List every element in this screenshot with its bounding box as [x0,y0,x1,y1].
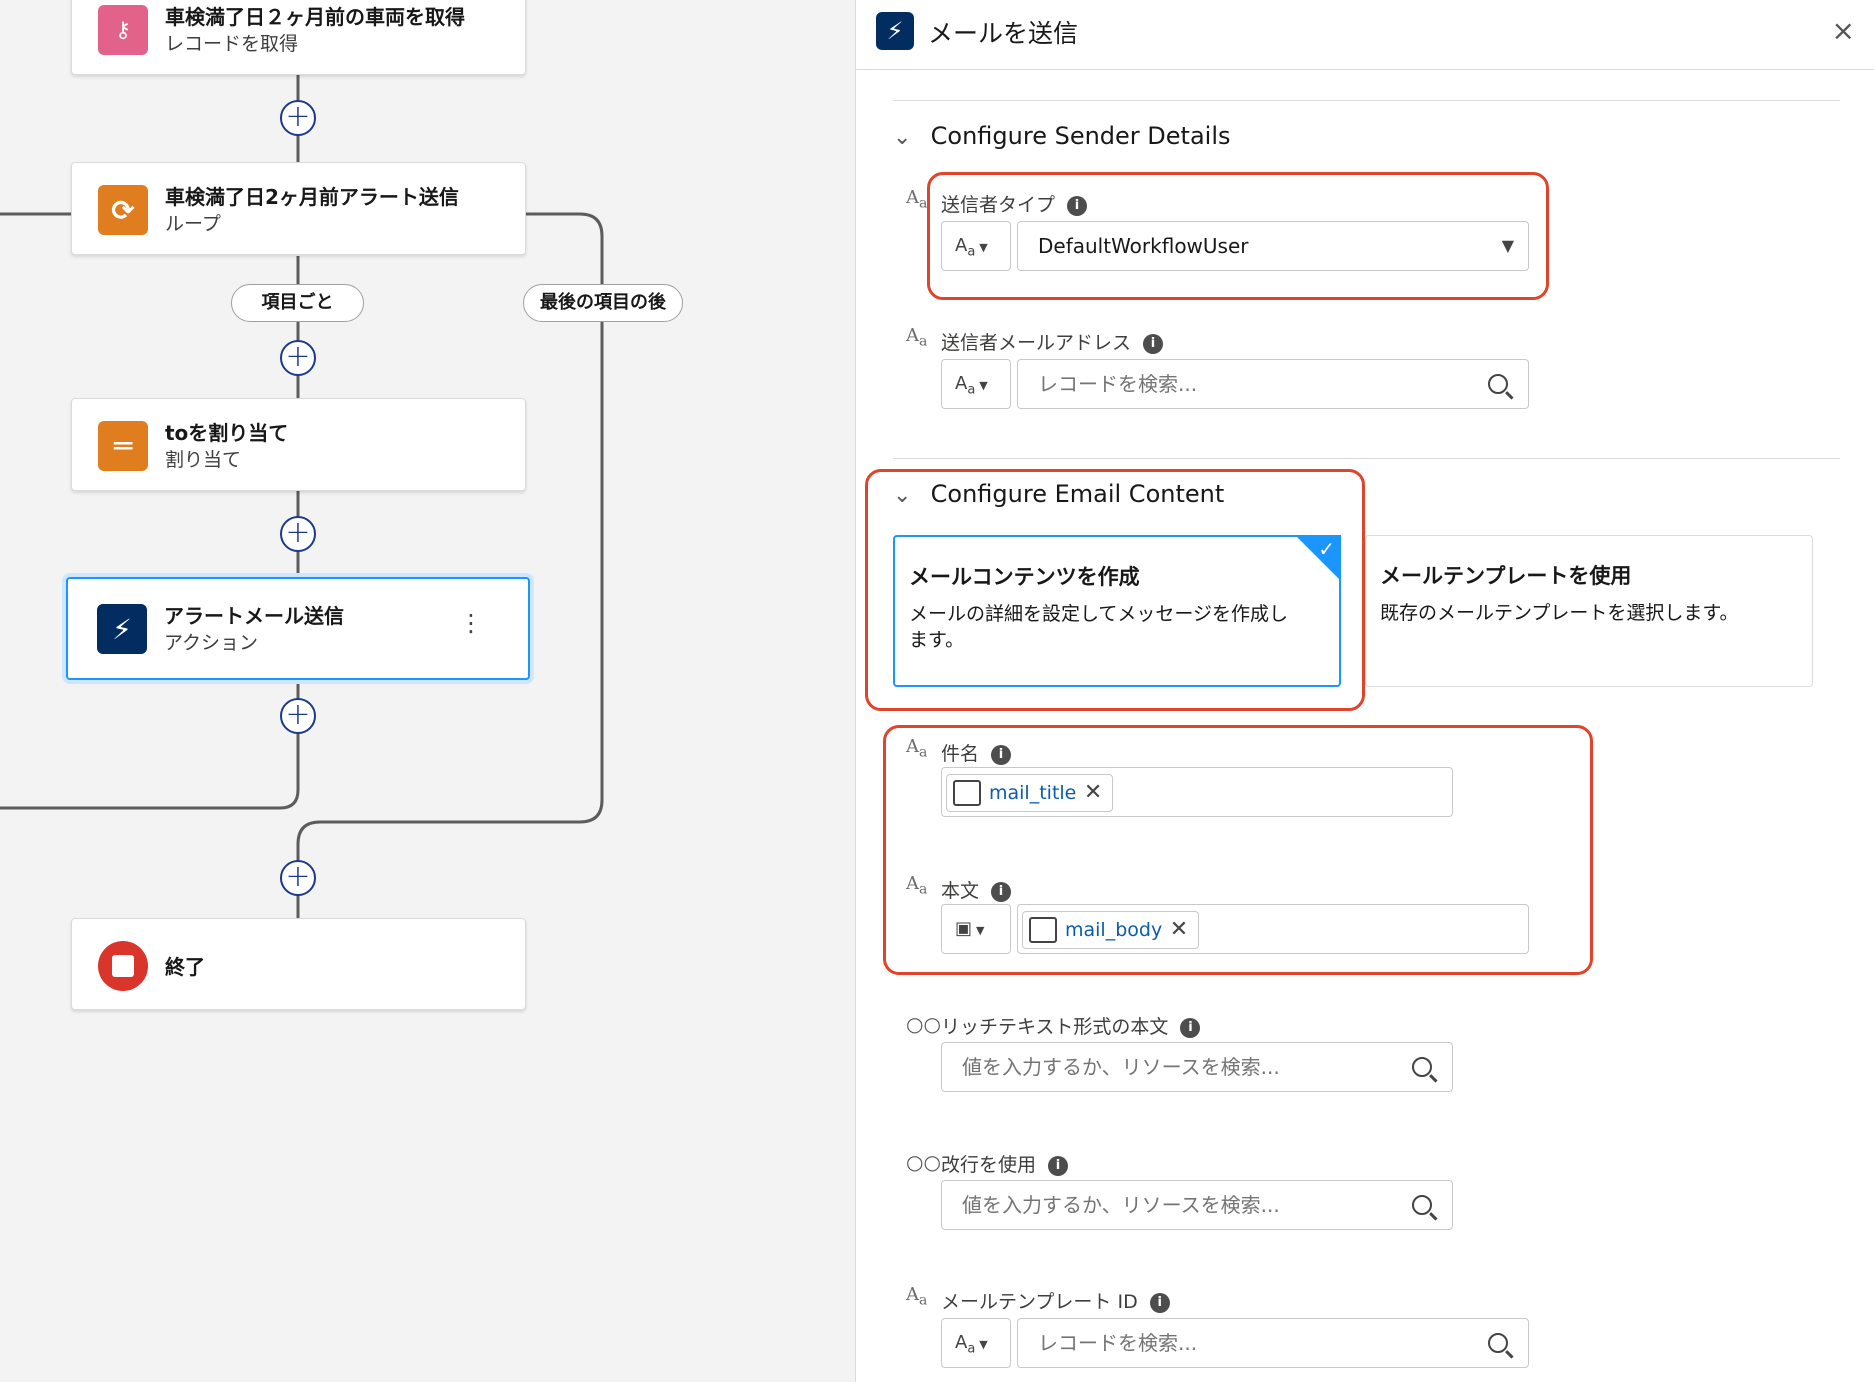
add-element-button[interactable]: + [280,100,316,136]
property-panel: ⚡︎ メールを送信 × ⌄ Configure Sender Details A… [855,0,1874,1382]
node-subtitle: 割り当て [165,449,242,471]
boolean-type-icon: ○○ [906,1012,941,1036]
line-break-input[interactable]: 値を入力するか、リソースを検索... [941,1180,1453,1230]
flow-node-action-selected[interactable]: ⚡︎ アラートメール送信 アクション ⋮ [66,577,530,680]
assignment-icon: ═ [98,421,148,471]
line-break-label: 改行を使用 i [941,1150,1069,1177]
add-element-button[interactable]: + [280,516,316,552]
flow-canvas[interactable]: ⚷ 車検満了日２ヶ月前の車両を取得 レコードを取得 + ⟳ 車検満了日2ヶ月前ア… [0,0,855,1382]
node-subtitle: アクション [164,632,259,654]
stop-icon [98,941,148,991]
search-icon [1488,374,1508,394]
flow-node-end[interactable]: 終了 [71,918,526,1010]
divider [893,100,1840,101]
loop-after-last-label: 最後の項目の後 [523,284,683,322]
node-subtitle: レコードを取得 [165,33,299,55]
search-icon [1412,1057,1432,1077]
sender-section-toggle[interactable]: ⌄ Configure Sender Details [893,122,1231,150]
card-description: 既存のメールテンプレートを選択します。 [1380,602,1739,624]
node-title: アラートメール送信 [164,604,344,628]
card-title: メールテンプレートを使用 [1380,564,1632,588]
lightning-icon: ⚡︎ [876,12,914,50]
node-menu-icon[interactable]: ⋮ [459,611,483,635]
search-record-icon: ⚷ [98,5,148,55]
add-element-button[interactable]: + [280,860,316,896]
section-title: Configure Sender Details [930,122,1231,150]
text-type-icon: Aa [906,1284,928,1309]
panel-header: ⚡︎ メールを送信 × [856,0,1874,70]
info-icon: i [1149,1293,1170,1313]
text-type-icon: Aa [906,325,928,350]
close-icon[interactable]: × [1832,14,1855,47]
highlight-sender-type [927,172,1549,300]
panel-title: メールを送信 [928,19,1079,48]
lightning-icon: ⚡︎ [97,604,147,654]
template-id-datatype-button[interactable]: Aa ▼ [941,1318,1011,1368]
add-element-button[interactable]: + [280,698,316,734]
text-type-icon: Aa [906,187,928,212]
node-title: 車検満了日2ヶ月前アラート送信 [165,185,459,209]
node-title: 終了 [165,955,205,979]
boolean-type-icon: ○○ [906,1150,941,1174]
node-title: 車検満了日２ヶ月前の車両を取得 [165,5,465,29]
info-icon: i [1143,334,1164,354]
highlight-content-section [865,469,1365,711]
flow-node-assignment[interactable]: ═ toを割り当て 割り当て [71,398,526,491]
divider [893,458,1840,459]
rich-text-label: リッチテキスト形式の本文 i [941,1012,1201,1039]
loop-icon: ⟳ [98,185,148,235]
node-subtitle: ループ [165,213,221,235]
template-id-input[interactable]: レコードを検索... [1017,1318,1529,1368]
chevron-down-icon: ⌄ [893,125,912,150]
add-element-button[interactable]: + [280,340,316,376]
sender-address-label: 送信者メールアドレス i [941,328,1164,355]
flow-node-loop[interactable]: ⟳ 車検満了日2ヶ月前アラート送信 ループ [71,162,526,255]
flow-node-get-records[interactable]: ⚷ 車検満了日２ヶ月前の車両を取得 レコードを取得 [71,0,526,75]
info-icon: i [1048,1156,1069,1176]
info-icon: i [1180,1018,1201,1038]
node-title: toを割り当て [165,421,289,445]
template-id-label: メールテンプレート ID i [941,1287,1170,1314]
loop-for-each-label: 項目ごと [231,284,364,322]
use-template-card[interactable]: メールテンプレートを使用 既存のメールテンプレートを選択します。 [1365,535,1813,687]
sender-address-input[interactable]: レコードを検索... [1017,359,1529,409]
search-icon [1488,1333,1508,1353]
rich-text-input[interactable]: 値を入力するか、リソースを検索... [941,1042,1453,1092]
sender-address-datatype-button[interactable]: Aa ▼ [941,359,1011,409]
highlight-subject-body [883,725,1593,975]
search-icon [1412,1195,1432,1215]
